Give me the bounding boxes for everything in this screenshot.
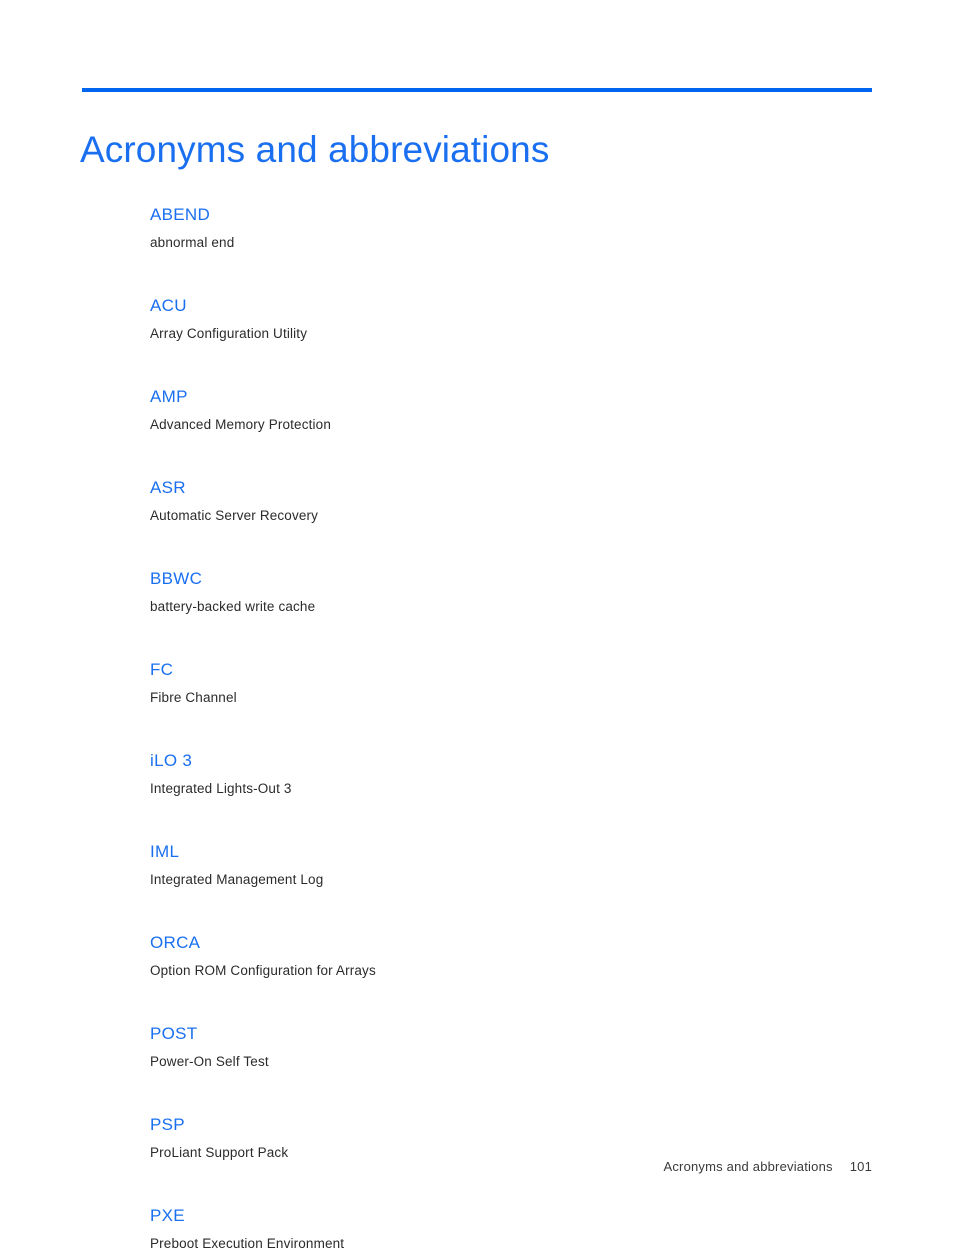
footer-page-number: 101 — [849, 1159, 872, 1174]
glossary-definition: Power-On Self Test — [150, 1054, 269, 1069]
glossary-definition: abnormal end — [150, 235, 235, 250]
glossary-definition: Automatic Server Recovery — [150, 508, 319, 523]
glossary-definition: Integrated Lights-Out 3 — [150, 781, 292, 796]
glossary-entry: ASR Automatic Server Recovery — [150, 477, 850, 525]
glossary-entry: ACU Array Configuration Utility — [150, 295, 850, 343]
glossary-definition: Option ROM Configuration for Arrays — [150, 963, 376, 978]
glossary-term: FC — [150, 660, 174, 679]
glossary-entry: PSP ProLiant Support Pack — [150, 1114, 850, 1162]
glossary-term: POST — [150, 1024, 198, 1043]
page-title: Acronyms and abbreviations — [80, 128, 550, 170]
glossary-term: ABEND — [150, 205, 211, 224]
glossary-term: IML — [150, 842, 180, 861]
page-footer: Acronyms and abbreviations 101 — [663, 1158, 872, 1176]
glossary-entry: ORCA Option ROM Configuration for Arrays — [150, 932, 850, 980]
glossary-definition: Preboot Execution Environment — [150, 1236, 345, 1251]
title-divider-rule — [82, 88, 872, 92]
glossary-term: AMP — [150, 387, 188, 406]
glossary-term: PXE — [150, 1206, 185, 1225]
glossary-term: ORCA — [150, 933, 201, 952]
glossary-entry: BBWC battery-backed write cache — [150, 568, 850, 616]
glossary-entry: iLO 3 Integrated Lights-Out 3 — [150, 750, 850, 798]
glossary-term: ACU — [150, 296, 187, 315]
glossary-definition: Fibre Channel — [150, 690, 237, 705]
glossary-entry: IML Integrated Management Log — [150, 841, 850, 889]
glossary-definition: Integrated Management Log — [150, 872, 324, 887]
document-page: Acronyms and abbreviations ABEND abnormal… — [0, 0, 954, 1251]
glossary-entry: PXE Preboot Execution Environment — [150, 1205, 850, 1253]
glossary-entry: ABEND abnormal end — [150, 204, 850, 252]
glossary-term: ASR — [150, 478, 186, 497]
glossary-entry: FC Fibre Channel — [150, 659, 850, 707]
glossary-entry: POST Power-On Self Test — [150, 1023, 850, 1071]
glossary-list: ABEND abnormal end ACU Array Configuration … — [150, 204, 850, 1253]
glossary-definition: Array Configuration Utility — [150, 326, 308, 341]
glossary-entry: AMP Advanced Memory Protection — [150, 386, 850, 434]
glossary-term: BBWC — [150, 569, 203, 588]
glossary-definition: Advanced Memory Protection — [150, 417, 331, 432]
footer-chapter-label: Acronyms and abbreviations — [663, 1159, 833, 1174]
glossary-term: PSP — [150, 1115, 185, 1134]
glossary-term: iLO 3 — [150, 751, 193, 770]
glossary-definition: battery-backed write cache — [150, 599, 316, 614]
